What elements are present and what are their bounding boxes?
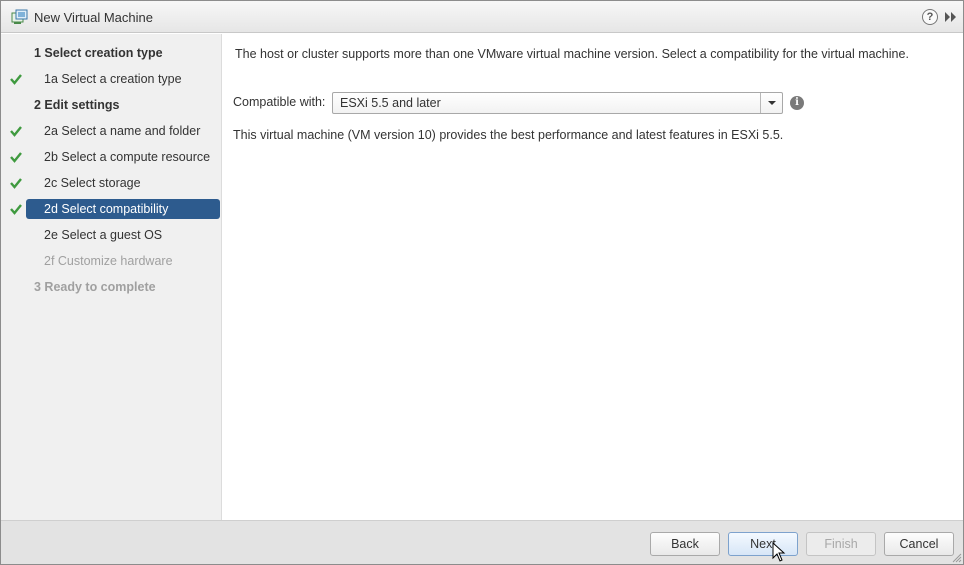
- help-icon[interactable]: ?: [922, 9, 938, 25]
- nav-step-label: 2e Select a guest OS: [44, 228, 163, 242]
- mouse-cursor-icon: [772, 542, 786, 562]
- resize-grip-icon[interactable]: [952, 553, 962, 563]
- expand-icon[interactable]: [944, 11, 958, 23]
- next-button[interactable]: Next: [728, 532, 798, 556]
- vm-wizard-icon: [11, 9, 28, 24]
- check-icon: [10, 74, 22, 85]
- nav-step-2e[interactable]: 2e Select a guest OS: [1, 225, 222, 245]
- compatible-with-label: Compatible with:: [233, 95, 326, 109]
- title-bar[interactable]: New Virtual Machine ?: [1, 1, 963, 33]
- nav-step-label: 2b Select a compute resource: [44, 150, 211, 164]
- wizard-steps-nav: 1 Select creation type 1a Select a creat…: [1, 34, 222, 520]
- main-content: The host or cluster supports more than o…: [223, 34, 963, 520]
- wizard-footer: Back Next Finish Cancel: [1, 520, 963, 564]
- nav-step-2b[interactable]: 2b Select a compute resource: [1, 147, 222, 167]
- compatibility-description: The host or cluster supports more than o…: [235, 47, 909, 61]
- finish-button[interactable]: Finish: [806, 532, 876, 556]
- dialog-title: New Virtual Machine: [34, 10, 153, 25]
- compatibility-select[interactable]: ESXi 5.5 and later: [332, 92, 783, 114]
- nav-step-1: 1 Select creation type: [1, 43, 222, 63]
- chevron-down-icon: [768, 101, 776, 105]
- nav-step-label: 1 Select creation type: [34, 46, 163, 60]
- nav-step-label: 2f Customize hardware: [44, 254, 173, 268]
- nav-step-label: 1a Select a creation type: [44, 72, 182, 86]
- nav-step-label: 2c Select storage: [44, 176, 141, 190]
- back-button[interactable]: Back: [650, 532, 720, 556]
- nav-step-label: 2 Edit settings: [34, 98, 120, 112]
- nav-step-2c[interactable]: 2c Select storage: [1, 173, 222, 193]
- nav-step-3: 3 Ready to complete: [1, 277, 222, 297]
- nav-step-2a[interactable]: 2a Select a name and folder: [1, 121, 222, 141]
- vm-version-info: This virtual machine (VM version 10) pro…: [233, 128, 784, 142]
- nav-step-2: 2 Edit settings: [1, 95, 222, 115]
- check-icon: [10, 204, 22, 215]
- nav-step-2d[interactable]: 2d Select compatibility: [1, 199, 222, 219]
- new-vm-wizard-dialog: New Virtual Machine ? 1 Select creation …: [0, 0, 964, 565]
- nav-step-2f: 2f Customize hardware: [1, 251, 222, 271]
- compatibility-select-value: ESXi 5.5 and later: [340, 96, 441, 110]
- dropdown-button[interactable]: [760, 93, 782, 113]
- check-icon: [10, 126, 22, 137]
- nav-step-label: 2d Select compatibility: [44, 202, 169, 216]
- nav-step-1a[interactable]: 1a Select a creation type: [1, 69, 222, 89]
- check-icon: [10, 178, 22, 189]
- nav-step-label: 3 Ready to complete: [34, 280, 156, 294]
- nav-step-label: 2a Select a name and folder: [44, 124, 201, 138]
- check-icon: [10, 152, 22, 163]
- info-icon[interactable]: i: [790, 96, 804, 110]
- cancel-button[interactable]: Cancel: [884, 532, 954, 556]
